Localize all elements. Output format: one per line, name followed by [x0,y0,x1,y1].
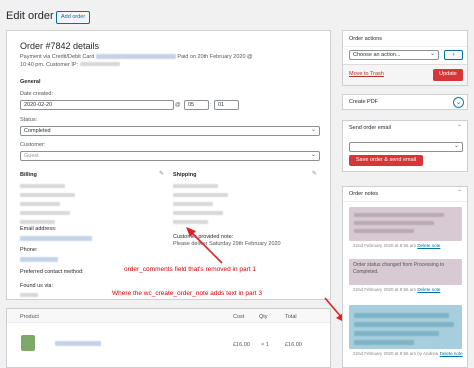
order-items-panel: Product Cost Qty Total £16.00 × 1 £16.00 [6,308,331,368]
order-note-1-meta: 22nd February 2020 at 9:56 am Delete not… [353,243,441,248]
col-total: Total [285,314,297,320]
order-notes-title: Order notes [349,191,379,197]
move-to-trash-link[interactable]: Move to Trash [349,71,384,77]
send-email-panel: Send order email ⌃ Save order & send ema… [342,120,468,172]
order-notes-panel: Order notes ⌃ 22nd February 2020 at 9:56… [342,186,468,368]
order-note-2-meta: 22nd February 2020 at 9:56 am Delete not… [353,287,441,292]
product-thumbnail [21,335,35,351]
order-actions-panel: Order actions Choose an action... › Move… [342,30,468,86]
email-template-select[interactable] [349,142,463,152]
create-pdf-title: Create PDF [349,99,379,105]
chevron-up-icon[interactable]: ⌃ [457,124,462,131]
item-total: £16.00 [285,342,302,348]
order-actions-title: Order actions [349,36,383,42]
delete-note-3-link[interactable]: Delete note [440,351,463,356]
order-note-1 [349,207,462,241]
annotation-part1: order_comments field that's removed in p… [124,266,257,273]
annotation-part3: Where the wc_create_order_note adds text… [112,290,262,297]
apply-action-button[interactable]: › [444,50,463,60]
save-send-email-button[interactable]: Save order & send email [349,155,423,166]
delete-note-2-link[interactable]: Delete note [417,287,440,292]
order-note-2-text: Order status changed from Processing to … [353,262,445,275]
create-pdf-panel[interactable]: Create PDF ⌄ [342,94,468,110]
delete-note-1-link[interactable]: Delete note [417,243,440,248]
item-qty: × 1 [261,342,269,348]
order-note-2: Order status changed from Processing to … [349,259,462,285]
send-email-title: Send order email [349,125,391,131]
col-cost: Cost [233,314,245,320]
item-cost: £16.00 [233,342,250,348]
chevron-down-icon[interactable]: ⌄ [453,97,464,108]
order-note-3-meta: 22nd February 2020 at 9:56 am by Andrew … [353,351,463,356]
col-product: Product [20,314,39,320]
col-qty: Qty [259,314,268,320]
chevron-up-icon[interactable]: ⌃ [457,189,462,196]
update-button[interactable]: Update [433,69,463,81]
product-name-link[interactable] [55,341,101,346]
order-note-3 [349,305,462,349]
order-action-select[interactable]: Choose an action... [349,50,439,60]
arrow-to-customer-note [189,230,223,264]
